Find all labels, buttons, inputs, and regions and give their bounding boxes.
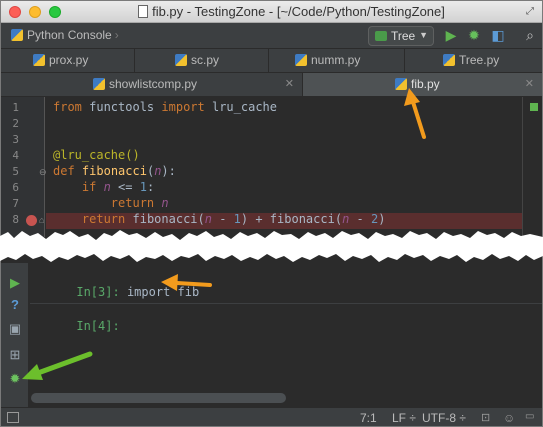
window-title: fib.py - TestingZone - [~/Code/Python/Te… xyxy=(71,4,512,19)
inspector-icon[interactable]: ☺ xyxy=(503,411,515,425)
console-settings-icon[interactable]: ▣ xyxy=(7,321,23,337)
line-number: 2 xyxy=(12,117,19,130)
editor-scrollbar[interactable] xyxy=(522,97,542,237)
console-separator xyxy=(30,303,542,304)
fold-icon[interactable]: ⊖ xyxy=(39,167,47,178)
breadcrumb-label: Python Console xyxy=(27,28,112,42)
code-line-5: def fibonacci(n): xyxy=(53,164,176,178)
python-file-icon xyxy=(33,54,45,66)
navigation-toolbar: Python Console › Tree ▼ ▶ ✹ ◧ ⌕ xyxy=(1,23,542,49)
event-log-icon[interactable]: ▭ xyxy=(525,411,534,422)
code-line-4: @lru_cache() xyxy=(53,148,140,162)
minimize-window-button[interactable] xyxy=(29,6,41,18)
code-line-6: if n <= 1: xyxy=(81,180,155,194)
python-console[interactable]: ▶ ? ▣ ⊞ ✹ In[3]: import fib In[4]: xyxy=(1,263,542,407)
lock-icon[interactable]: ⊡ xyxy=(481,411,490,424)
coverage-icon[interactable]: ◧ xyxy=(489,26,507,44)
rerun-icon[interactable]: ▶ xyxy=(7,275,23,291)
close-window-button[interactable] xyxy=(9,6,21,18)
new-console-icon[interactable]: ⊞ xyxy=(7,347,23,363)
help-icon[interactable]: ? xyxy=(7,297,23,313)
line-separator-label: LF xyxy=(392,411,407,425)
line-number: 1 xyxy=(12,101,19,114)
tab-showlistcomp-py[interactable]: showlistcomp.py ✕ xyxy=(1,73,303,96)
console-input-line[interactable]: In[4]: xyxy=(33,305,127,347)
python-file-icon xyxy=(175,54,187,66)
tab-label: fib.py xyxy=(411,77,440,91)
line-separator[interactable]: LF ÷ xyxy=(392,411,416,425)
console-prompt: In[4]: xyxy=(76,319,120,333)
code-line-1: from functools import lru_cache xyxy=(53,100,277,114)
code-editor[interactable]: 1 2 3 4 5 6 7 8 ⊖ ⌂ from functools impor… xyxy=(1,97,542,237)
tab-fib-py[interactable]: fib.py ✕ xyxy=(303,73,542,96)
python-file-icon xyxy=(395,78,407,90)
tab-label: numm.py xyxy=(311,53,361,67)
encoding-label: UTF-8 xyxy=(422,411,456,425)
title-bar: fib.py - TestingZone - [~/Code/Python/Te… xyxy=(1,1,542,23)
editor-tabs-row-2: showlistcomp.py ✕ fib.py ✕ xyxy=(1,73,542,97)
python-file-icon xyxy=(443,54,455,66)
attach-debugger-icon[interactable]: ✹ xyxy=(7,371,23,387)
status-bar: 7:1 LF ÷ UTF-8 ÷ ⊡ ☺ ▭ xyxy=(1,407,542,426)
fullscreen-icon[interactable]: ⤢ xyxy=(526,6,534,17)
debug-icon[interactable]: ✹ xyxy=(465,26,483,44)
inspection-ok-icon xyxy=(530,103,538,111)
python-file-icon xyxy=(295,54,307,66)
editor-gutter[interactable]: 1 2 3 4 5 6 7 8 ⊖ ⌂ xyxy=(1,97,47,237)
console-toolbar: ▶ ? ▣ ⊞ ✹ xyxy=(1,263,29,407)
torn-paper-divider xyxy=(0,230,543,262)
caret-position[interactable]: 7:1 xyxy=(360,411,377,425)
console-prompt: In[3]: xyxy=(76,285,120,299)
run-configuration-select[interactable]: Tree ▼ xyxy=(368,26,434,46)
editor-tabs-row-1: prox.py sc.py numm.py Tree.py xyxy=(1,49,542,73)
tab-sc-py[interactable]: sc.py xyxy=(135,49,269,72)
window-title-text: fib.py - TestingZone - [~/Code/Python/Te… xyxy=(152,4,445,19)
code-line-7: return n xyxy=(110,196,169,210)
close-tab-icon[interactable]: ✕ xyxy=(285,77,294,90)
line-number: 4 xyxy=(12,149,19,162)
python-icon xyxy=(11,29,23,41)
chevron-down-icon: ▼ xyxy=(419,30,428,40)
chevron-right-icon: › xyxy=(114,28,119,42)
tool-windows-icon[interactable] xyxy=(7,412,19,423)
tab-label: prox.py xyxy=(49,53,89,67)
tab-label: sc.py xyxy=(191,53,220,67)
tab-label: Tree.py xyxy=(459,53,500,67)
file-icon xyxy=(138,5,149,18)
breadcrumb[interactable]: Python Console › xyxy=(11,28,119,42)
run-icon[interactable]: ▶ xyxy=(442,26,460,44)
console-horizontal-scrollbar[interactable] xyxy=(31,393,286,403)
python-file-icon xyxy=(93,78,105,90)
file-encoding[interactable]: UTF-8 ÷ xyxy=(422,411,466,425)
console-code: import fib xyxy=(126,285,200,299)
line-number: 6 xyxy=(12,181,19,194)
line-number: 3 xyxy=(12,133,19,146)
tab-numm-py[interactable]: numm.py xyxy=(269,49,405,72)
run-config-icon xyxy=(375,31,387,41)
ide-window: fib.py - TestingZone - [~/Code/Python/Te… xyxy=(0,0,543,427)
line-number: 7 xyxy=(12,197,19,210)
close-tab-icon[interactable]: ✕ xyxy=(525,77,534,90)
run-config-label: Tree xyxy=(391,29,416,43)
tab-label: showlistcomp.py xyxy=(109,77,198,91)
tab-prox-py[interactable]: prox.py xyxy=(1,49,135,72)
line-number: 5 xyxy=(12,165,19,178)
zoom-window-button[interactable] xyxy=(49,6,61,18)
tab-tree-py[interactable]: Tree.py xyxy=(405,49,542,72)
search-icon[interactable]: ⌕ xyxy=(521,26,539,44)
